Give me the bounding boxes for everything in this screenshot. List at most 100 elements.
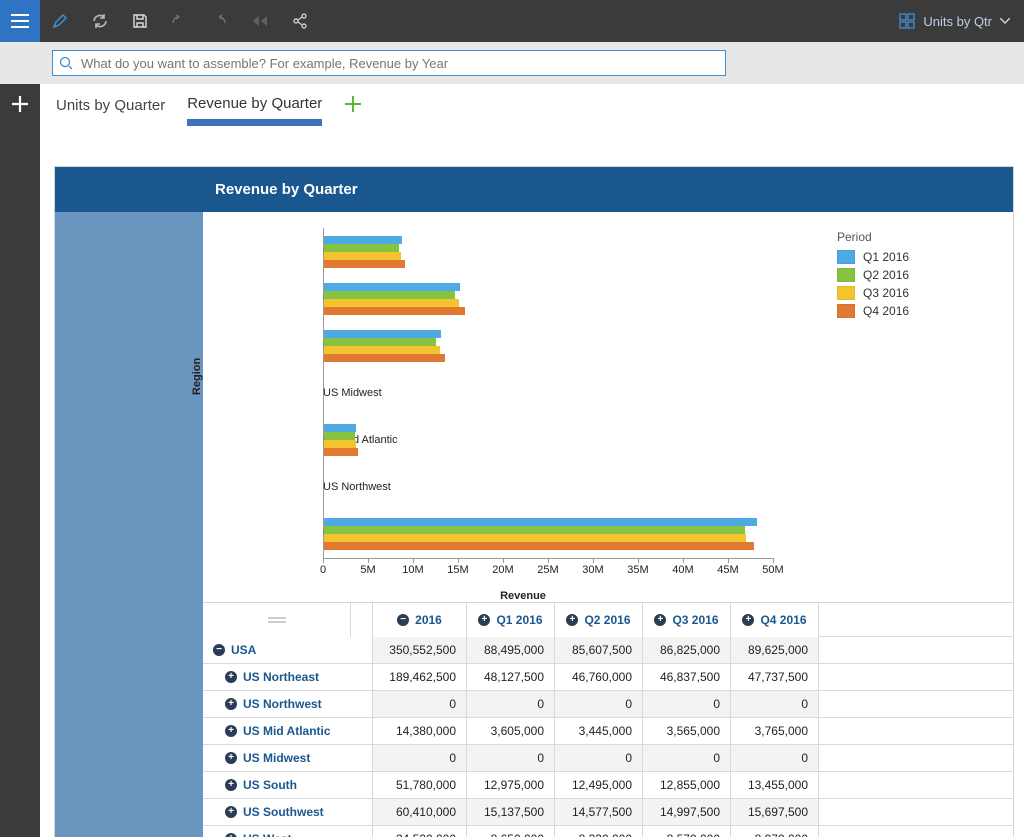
cell-value[interactable]: 0 xyxy=(467,691,555,717)
col-header-2016[interactable]: −2016 xyxy=(373,603,467,637)
cell-value[interactable]: 12,495,000 xyxy=(555,772,643,798)
cell-value[interactable]: 86,825,000 xyxy=(643,637,731,663)
refresh-button[interactable] xyxy=(80,0,120,42)
cell-value[interactable]: 0 xyxy=(731,745,819,771)
bar[interactable] xyxy=(324,252,401,260)
row-header[interactable]: +US Southwest xyxy=(203,799,373,825)
cell-value[interactable]: 8,570,000 xyxy=(643,826,731,837)
bar[interactable] xyxy=(324,236,402,244)
cell-value[interactable]: 8,330,000 xyxy=(555,826,643,837)
legend-item[interactable]: Q3 2016 xyxy=(837,286,909,300)
share-button[interactable] xyxy=(280,0,320,42)
row-header[interactable]: +US South xyxy=(203,772,373,798)
bar[interactable] xyxy=(324,260,405,268)
cell-year[interactable]: 0 xyxy=(373,691,467,717)
bar[interactable] xyxy=(324,440,356,448)
col-header-q3[interactable]: +Q3 2016 xyxy=(643,603,731,637)
view-picker[interactable]: Units by Qtr xyxy=(885,13,1024,29)
cell-value[interactable]: 15,697,500 xyxy=(731,799,819,825)
bar[interactable] xyxy=(324,330,441,338)
cell-year[interactable]: 14,380,000 xyxy=(373,718,467,744)
cell-value[interactable]: 3,765,000 xyxy=(731,718,819,744)
row-header[interactable]: +US Mid Atlantic xyxy=(203,718,373,744)
cell-value[interactable]: 0 xyxy=(555,745,643,771)
bar[interactable] xyxy=(324,338,436,346)
table-row[interactable]: +US Midwest00000 xyxy=(203,745,1013,772)
cell-year[interactable]: 60,410,000 xyxy=(373,799,467,825)
data-grid[interactable]: −2016 +Q1 2016 +Q2 2016 +Q3 2016 +Q4 201… xyxy=(203,602,1013,837)
grid-corner[interactable] xyxy=(203,603,351,637)
bar[interactable] xyxy=(324,283,460,291)
row-header[interactable]: −USA xyxy=(203,637,373,663)
undo-button[interactable] xyxy=(160,0,200,42)
rewind-button[interactable] xyxy=(240,0,280,42)
bar[interactable] xyxy=(324,354,445,362)
table-row[interactable]: +US Northeast189,462,50048,127,50046,760… xyxy=(203,664,1013,691)
bar[interactable] xyxy=(324,299,459,307)
bar[interactable] xyxy=(324,346,440,354)
cell-value[interactable]: 3,445,000 xyxy=(555,718,643,744)
row-header[interactable]: +US West xyxy=(203,826,373,837)
cell-year[interactable]: 0 xyxy=(373,745,467,771)
cell-value[interactable]: 48,127,500 xyxy=(467,664,555,690)
row-header[interactable]: +US Midwest xyxy=(203,745,373,771)
bar[interactable] xyxy=(324,244,399,252)
cell-value[interactable]: 0 xyxy=(643,745,731,771)
cell-year[interactable]: 189,462,500 xyxy=(373,664,467,690)
save-button[interactable] xyxy=(120,0,160,42)
revenue-bar-chart[interactable]: 05M10M15M20M25M30M35M40M45M50MUS WestUS … xyxy=(223,218,823,588)
cell-value[interactable]: 0 xyxy=(731,691,819,717)
cell-value[interactable]: 14,997,500 xyxy=(643,799,731,825)
tab-units-by-quarter[interactable]: Units by Quarter xyxy=(56,84,165,126)
tab-revenue-by-quarter[interactable]: Revenue by Quarter xyxy=(187,84,322,126)
legend-item[interactable]: Q4 2016 xyxy=(837,304,909,318)
cell-value[interactable]: 3,605,000 xyxy=(467,718,555,744)
cell-value[interactable]: 13,455,000 xyxy=(731,772,819,798)
cell-value[interactable]: 12,855,000 xyxy=(643,772,731,798)
table-row[interactable]: −USA350,552,50088,495,00085,607,50086,82… xyxy=(203,637,1013,664)
cell-value[interactable]: 0 xyxy=(555,691,643,717)
bar[interactable] xyxy=(324,432,355,440)
cell-value[interactable]: 46,760,000 xyxy=(555,664,643,690)
cell-value[interactable]: 0 xyxy=(643,691,731,717)
table-row[interactable]: +US West34,520,0008,650,0008,330,0008,57… xyxy=(203,826,1013,837)
cell-value[interactable]: 12,975,000 xyxy=(467,772,555,798)
cell-value[interactable]: 46,837,500 xyxy=(643,664,731,690)
cell-value[interactable]: 8,970,000 xyxy=(731,826,819,837)
edit-button[interactable] xyxy=(40,0,80,42)
cell-value[interactable]: 89,625,000 xyxy=(731,637,819,663)
bar[interactable] xyxy=(324,448,358,456)
bar[interactable] xyxy=(324,424,356,432)
bar[interactable] xyxy=(324,534,746,542)
table-row[interactable]: +US Mid Atlantic14,380,0003,605,0003,445… xyxy=(203,718,1013,745)
assemble-search-input[interactable] xyxy=(79,55,719,72)
table-row[interactable]: +US Northwest00000 xyxy=(203,691,1013,718)
cell-value[interactable]: 0 xyxy=(467,745,555,771)
cell-value[interactable]: 85,607,500 xyxy=(555,637,643,663)
cell-value[interactable]: 3,565,000 xyxy=(643,718,731,744)
table-row[interactable]: +US South51,780,00012,975,00012,495,0001… xyxy=(203,772,1013,799)
bar[interactable] xyxy=(324,307,465,315)
col-header-q1[interactable]: +Q1 2016 xyxy=(467,603,555,637)
row-header[interactable]: +US Northeast xyxy=(203,664,373,690)
legend-item[interactable]: Q2 2016 xyxy=(837,268,909,282)
grid-splitter[interactable] xyxy=(351,603,373,637)
add-content-button[interactable] xyxy=(10,94,30,117)
table-row[interactable]: +US Southwest60,410,00015,137,50014,577,… xyxy=(203,799,1013,826)
col-header-q4[interactable]: +Q4 2016 xyxy=(731,603,819,637)
cell-year[interactable]: 51,780,000 xyxy=(373,772,467,798)
row-header[interactable]: +US Northwest xyxy=(203,691,373,717)
cell-value[interactable]: 47,737,500 xyxy=(731,664,819,690)
assemble-search[interactable] xyxy=(52,50,726,76)
cell-value[interactable]: 15,137,500 xyxy=(467,799,555,825)
cell-value[interactable]: 88,495,000 xyxy=(467,637,555,663)
add-tab-button[interactable] xyxy=(344,95,362,116)
col-header-q2[interactable]: +Q2 2016 xyxy=(555,603,643,637)
cell-year[interactable]: 34,520,000 xyxy=(373,826,467,837)
menu-button[interactable] xyxy=(0,0,40,42)
legend-item[interactable]: Q1 2016 xyxy=(837,250,909,264)
cell-value[interactable]: 8,650,000 xyxy=(467,826,555,837)
redo-button[interactable] xyxy=(200,0,240,42)
bar[interactable] xyxy=(324,518,757,526)
cell-value[interactable]: 14,577,500 xyxy=(555,799,643,825)
